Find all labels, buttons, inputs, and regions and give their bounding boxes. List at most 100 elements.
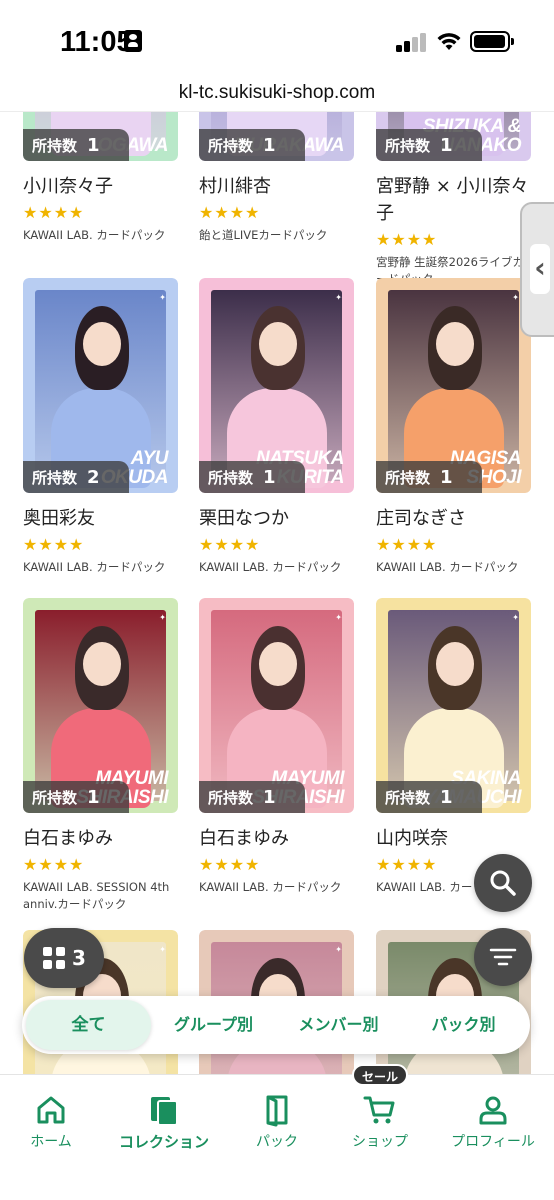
search-button[interactable] [474, 854, 532, 912]
card-brand-mark: ✦ [159, 945, 166, 954]
rarity-stars: ★★★★ [199, 535, 261, 554]
pack-icon [266, 1095, 288, 1127]
owned-count-badge: 所持数 1 [199, 461, 305, 493]
collection-card[interactable]: ✦ AYU OKUDA 所持数 2 奥田彩友 ★★★★ KAWAII LAB. カードパック [23, 278, 178, 576]
card-member-name: 奥田彩友 [23, 508, 95, 529]
owned-count: 1 [440, 786, 453, 808]
card-image[interactable]: ✦SAKINA YAMAUCHI所持数1 [376, 598, 531, 813]
nav-pack[interactable]: パック [222, 1093, 332, 1151]
rarity-stars: ★★★★ [376, 230, 438, 249]
owned-label: 所持数 [385, 468, 431, 487]
home-icon [37, 1096, 65, 1124]
owned-count-badge: 所持数 1 [23, 129, 129, 161]
card-pack-name: KAWAII LAB. カードパック [199, 560, 342, 574]
battery-icon [470, 31, 514, 52]
card-pack-name: KAWAII LAB. カードパック [23, 560, 166, 574]
card-brand-mark: ✦ [335, 613, 342, 622]
card-image[interactable]: ✦OGAWA所持数1 [23, 112, 178, 161]
card-member-name: 栗田なつか [199, 508, 289, 529]
id-card-icon [124, 30, 142, 52]
collection-icon [151, 1097, 178, 1126]
filter-button[interactable] [474, 928, 532, 986]
card-image[interactable]: ✦ AYU OKUDA 所持数 2 [23, 278, 178, 493]
bottom-navigation: ホーム コレクション パック ショップ プロフィール [0, 1074, 554, 1200]
card-pack-name: 飴と道LIVEカードパック [199, 228, 328, 242]
card-brand-mark: ✦ [159, 613, 166, 622]
grid-column-count: 3 [72, 946, 86, 970]
owned-count-badge: 所持数 1 [199, 781, 305, 813]
owned-count: 1 [263, 134, 276, 156]
collection-card[interactable]: ✦MURAKAWA所持数1村川緋杏★★★★飴と道LIVEカードパック [199, 112, 354, 244]
card-figure-face [436, 642, 474, 686]
rarity-stars: ★★★★ [199, 855, 261, 874]
card-brand-mark: ✦ [159, 293, 166, 302]
card-brand-mark: ✦ [512, 613, 519, 622]
card-member-name: 宮野静 × 小川奈々子 [376, 176, 529, 224]
nav-profile[interactable]: プロフィール [438, 1093, 548, 1151]
tab-by-group[interactable]: グループ別 [151, 1000, 276, 1050]
card-member-name: 村川緋杏 [199, 176, 271, 197]
search-icon [490, 870, 516, 896]
rarity-stars: ★★★★ [376, 535, 438, 554]
collection-card[interactable]: ✦ NATSUKA KURITA 所持数 1 栗田なつか ★★★★ KAWAII LAB. … [199, 278, 354, 576]
card-figure-face [83, 322, 121, 366]
collection-card[interactable]: ✦SHIZUKA & NANAKO所持数1宮野静 × 小川奈々子★★★★宮野静 … [376, 112, 531, 288]
side-panel-handle[interactable]: ‹ [520, 202, 554, 337]
nav-home-label: ホーム [30, 1134, 72, 1150]
grid-column-toggle[interactable]: 3 [24, 928, 104, 988]
grid-icon [43, 947, 65, 969]
collection-card[interactable]: ✦MAYUMI SHIRAISHI所持数1白石まゆみ★★★★KAWAII LAB… [199, 598, 354, 896]
card-image[interactable]: ✦ NATSUKA KURITA 所持数 1 [199, 278, 354, 493]
card-image[interactable]: ✦MAYUMI SHIRAISHI所持数1 [199, 598, 354, 813]
profile-icon [479, 1096, 507, 1125]
collection-card[interactable]: ✦ NAGISA SHOJI 所持数 1 庄司なぎさ ★★★★ KAWAII LAB. カー… [376, 278, 531, 576]
owned-count: 1 [440, 466, 453, 488]
owned-count-badge: 所持数 1 [23, 781, 129, 813]
owned-label: 所持数 [32, 788, 78, 807]
filter-icon [489, 948, 517, 966]
collection-card[interactable]: ✦MAYUMI SHIRAISHI所持数1白石まゆみ★★★★KAWAII LAB… [23, 598, 178, 913]
card-pack-name: KAWAII LAB. カードパック [23, 228, 166, 242]
tab-all[interactable]: 全て [26, 1000, 151, 1050]
card-figure-face [259, 322, 297, 366]
owned-label: 所持数 [385, 136, 431, 155]
tab-by-pack[interactable]: パック別 [401, 1000, 526, 1050]
owned-label: 所持数 [32, 136, 78, 155]
card-image[interactable]: ✦SHIZUKA & NANAKO所持数1 [376, 112, 531, 161]
card-brand-mark: ✦ [512, 293, 519, 302]
rarity-stars: ★★★★ [199, 203, 261, 222]
card-member-name: 庄司なぎさ [376, 508, 466, 529]
rarity-stars: ★★★★ [23, 855, 85, 874]
owned-count-badge: 所持数 1 [376, 129, 482, 161]
rarity-stars: ★★★★ [23, 535, 85, 554]
card-member-name: 小川奈々子 [23, 176, 113, 197]
owned-count: 2 [87, 466, 100, 488]
page: 11:05 kl-tc.sukisuki-shop.com ✦OGAWA所持数1… [0, 0, 554, 1200]
nav-collection-label: コレクション [118, 1133, 209, 1151]
address-bar[interactable]: kl-tc.sukisuki-shop.com [0, 76, 554, 112]
status-bar: 11:05 [0, 0, 554, 80]
card-figure-face [436, 322, 474, 366]
tab-by-member[interactable]: メンバー別 [276, 1000, 401, 1050]
card-image[interactable]: ✦MURAKAWA所持数1 [199, 112, 354, 161]
nav-collection[interactable]: コレクション [109, 1093, 219, 1152]
owned-count-badge: 所持数 1 [376, 781, 482, 813]
owned-label: 所持数 [208, 136, 254, 155]
card-brand-mark: ✦ [335, 945, 342, 954]
owned-label: 所持数 [385, 788, 431, 807]
collection-card[interactable]: ✦OGAWA所持数1小川奈々子★★★★KAWAII LAB. カードパック [23, 112, 178, 244]
owned-count-badge: 所持数 1 [376, 461, 482, 493]
nav-home[interactable]: ホーム [0, 1093, 106, 1151]
card-image[interactable]: ✦MAYUMI SHIRAISHI所持数1 [23, 598, 178, 813]
owned-count-badge: 所持数 1 [199, 129, 305, 161]
owned-label: 所持数 [208, 468, 254, 487]
owned-count: 1 [87, 786, 100, 808]
owned-label: 所持数 [32, 468, 78, 487]
collection-card[interactable]: ✦SAKINA YAMAUCHI所持数1山内咲奈★★★★KAWAII LAB. … [376, 598, 531, 896]
nav-shop[interactable]: ショップ [325, 1093, 435, 1151]
cellular-signal-icon [396, 32, 428, 52]
nav-profile-label: プロフィール [451, 1134, 535, 1150]
owned-label: 所持数 [208, 788, 254, 807]
card-image[interactable]: ✦ NAGISA SHOJI 所持数 1 [376, 278, 531, 493]
owned-count: 1 [87, 134, 100, 156]
